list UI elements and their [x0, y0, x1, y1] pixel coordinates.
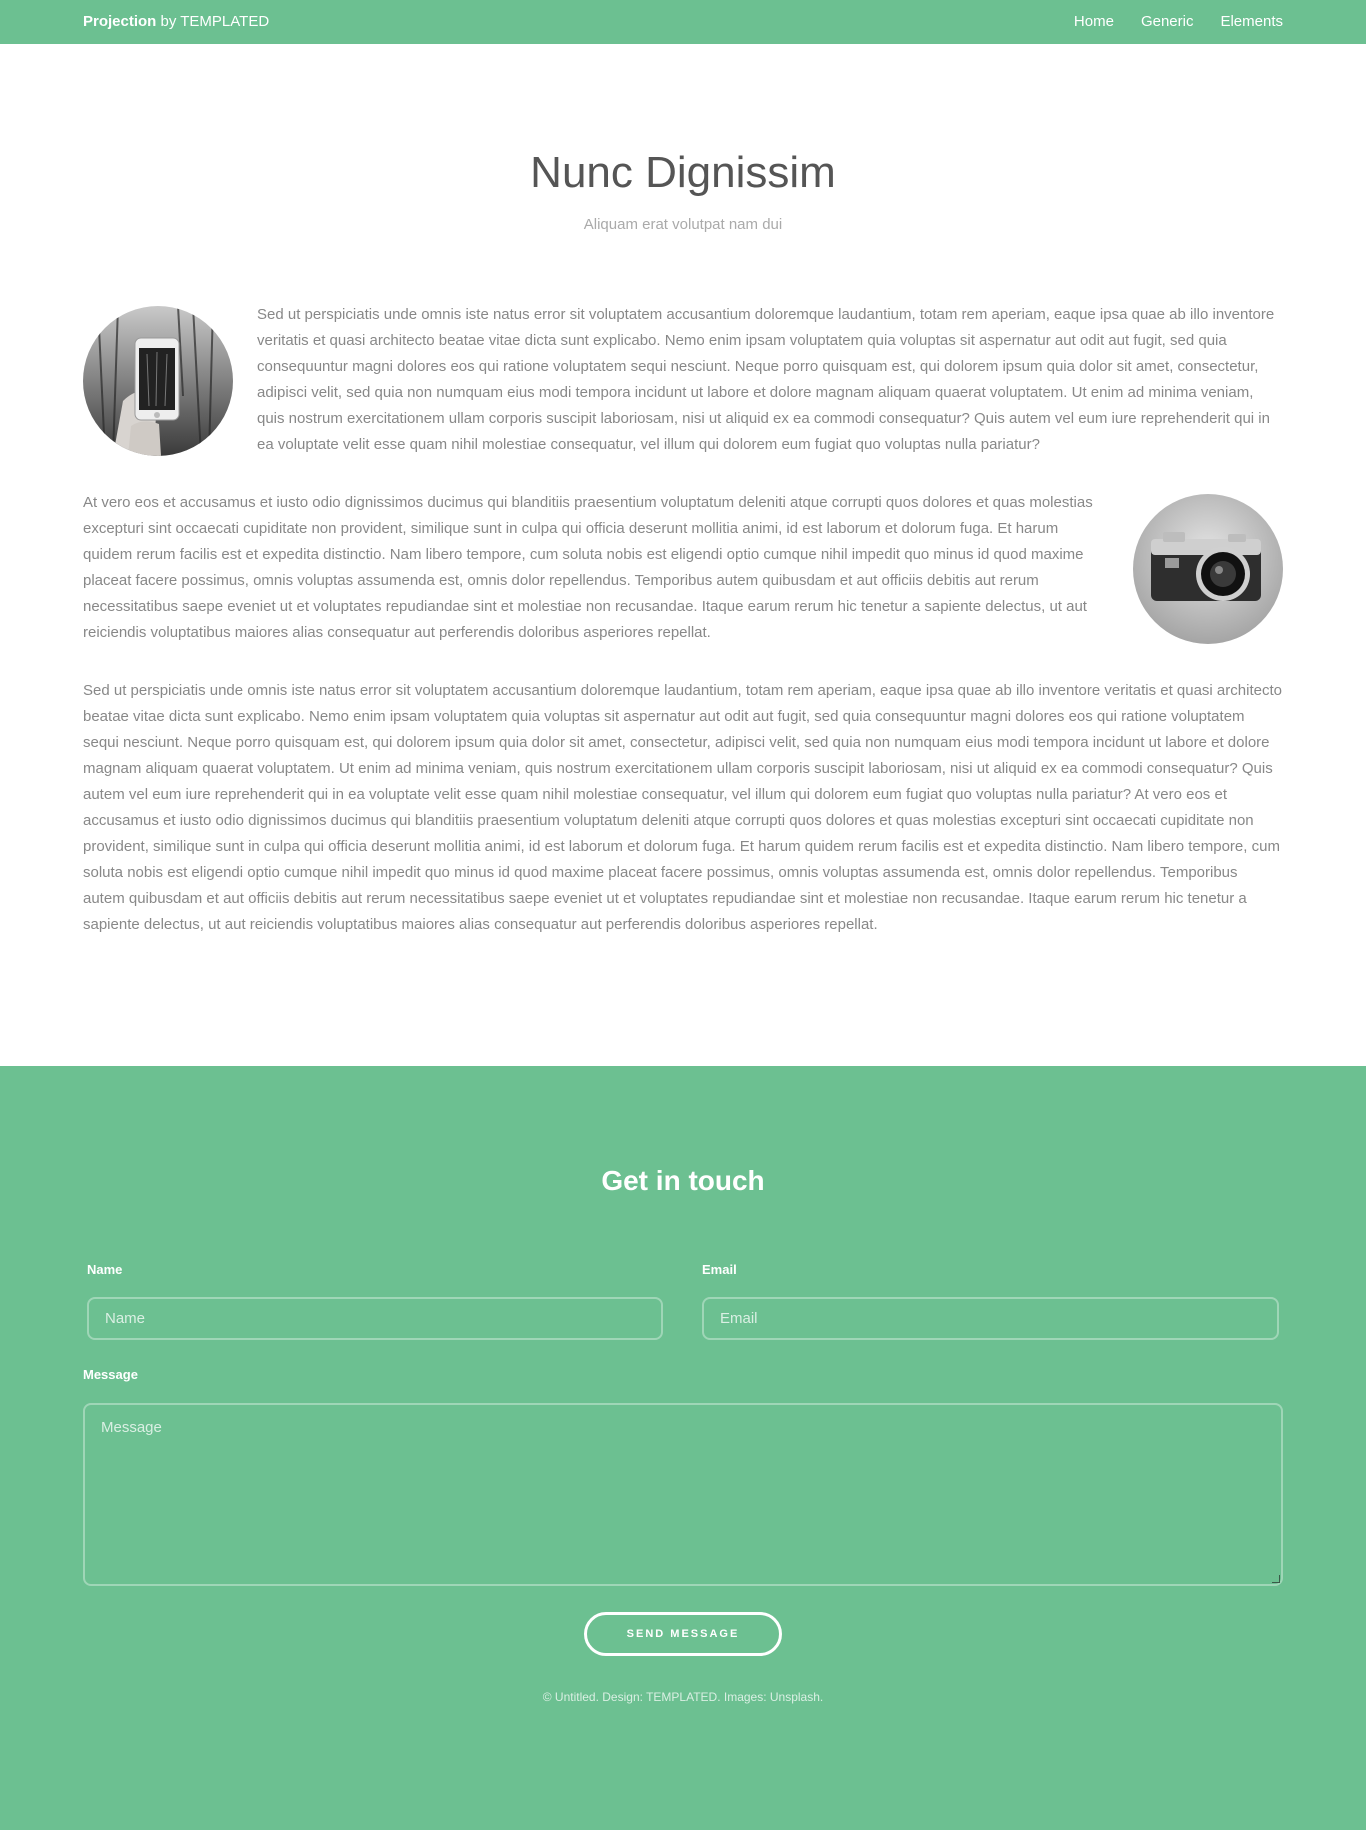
message-label: Message [83, 1367, 138, 1382]
page-subtitle: Aliquam erat volutpat nam dui [583, 216, 783, 233]
message-textarea[interactable] [83, 1403, 1283, 1586]
nav-elements[interactable]: Elements [1220, 13, 1283, 31]
site-header: Projection by TEMPLATED Home Generic Ele… [0, 0, 1366, 44]
paragraph-3: Sed ut perspiciatis unde omnis iste natu… [83, 682, 1282, 933]
nav-home[interactable]: Home [1074, 13, 1114, 31]
site-logo[interactable]: Projection by TEMPLATED [83, 13, 269, 31]
email-label: Email [702, 1262, 737, 1277]
phone-photo-image [83, 306, 233, 456]
page-title: Nunc Dignissim [530, 148, 836, 197]
nav-generic[interactable]: Generic [1141, 13, 1194, 31]
camera-photo-image [1133, 494, 1283, 644]
name-label: Name [87, 1262, 123, 1277]
email-input[interactable] [702, 1297, 1279, 1340]
paragraph-1: Sed ut perspiciatis unde omnis iste natu… [257, 306, 1275, 453]
contact-title: Get in touch [601, 1165, 765, 1196]
contact-section: Get in touch Name Email Message SEND MES… [0, 1066, 1366, 1830]
logo-rest: by TEMPLATED [156, 13, 270, 30]
send-message-button[interactable]: SEND MESSAGE [584, 1612, 782, 1656]
textarea-resize-handle[interactable] [1272, 1575, 1280, 1583]
logo-strong: Projection [83, 13, 157, 30]
main-nav: Home Generic Elements [1074, 13, 1283, 31]
copyright-text: © Untitled. Design: TEMPLATED. Images: U… [542, 1690, 824, 1704]
paragraph-2: At vero eos et accusamus et iusto odio d… [83, 494, 1093, 641]
name-input[interactable] [87, 1297, 663, 1340]
